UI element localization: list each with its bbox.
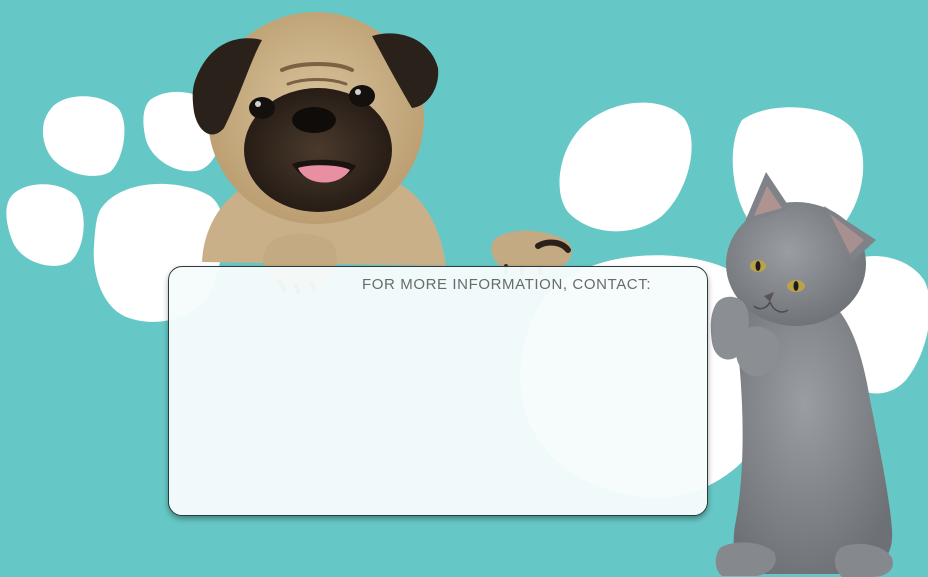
- pug-eye-left: [249, 97, 275, 119]
- paw-toe-1: [42, 96, 125, 176]
- paw-toe-3: [6, 184, 84, 266]
- pug-nose: [292, 107, 336, 133]
- contact-label: FOR MORE INFORMATION, CONTACT:: [362, 276, 652, 293]
- pug-eye-right: [349, 85, 375, 107]
- contact-card: [168, 266, 708, 516]
- pug-puppy-image: [192, 12, 572, 294]
- paw-toe-4: [559, 102, 692, 232]
